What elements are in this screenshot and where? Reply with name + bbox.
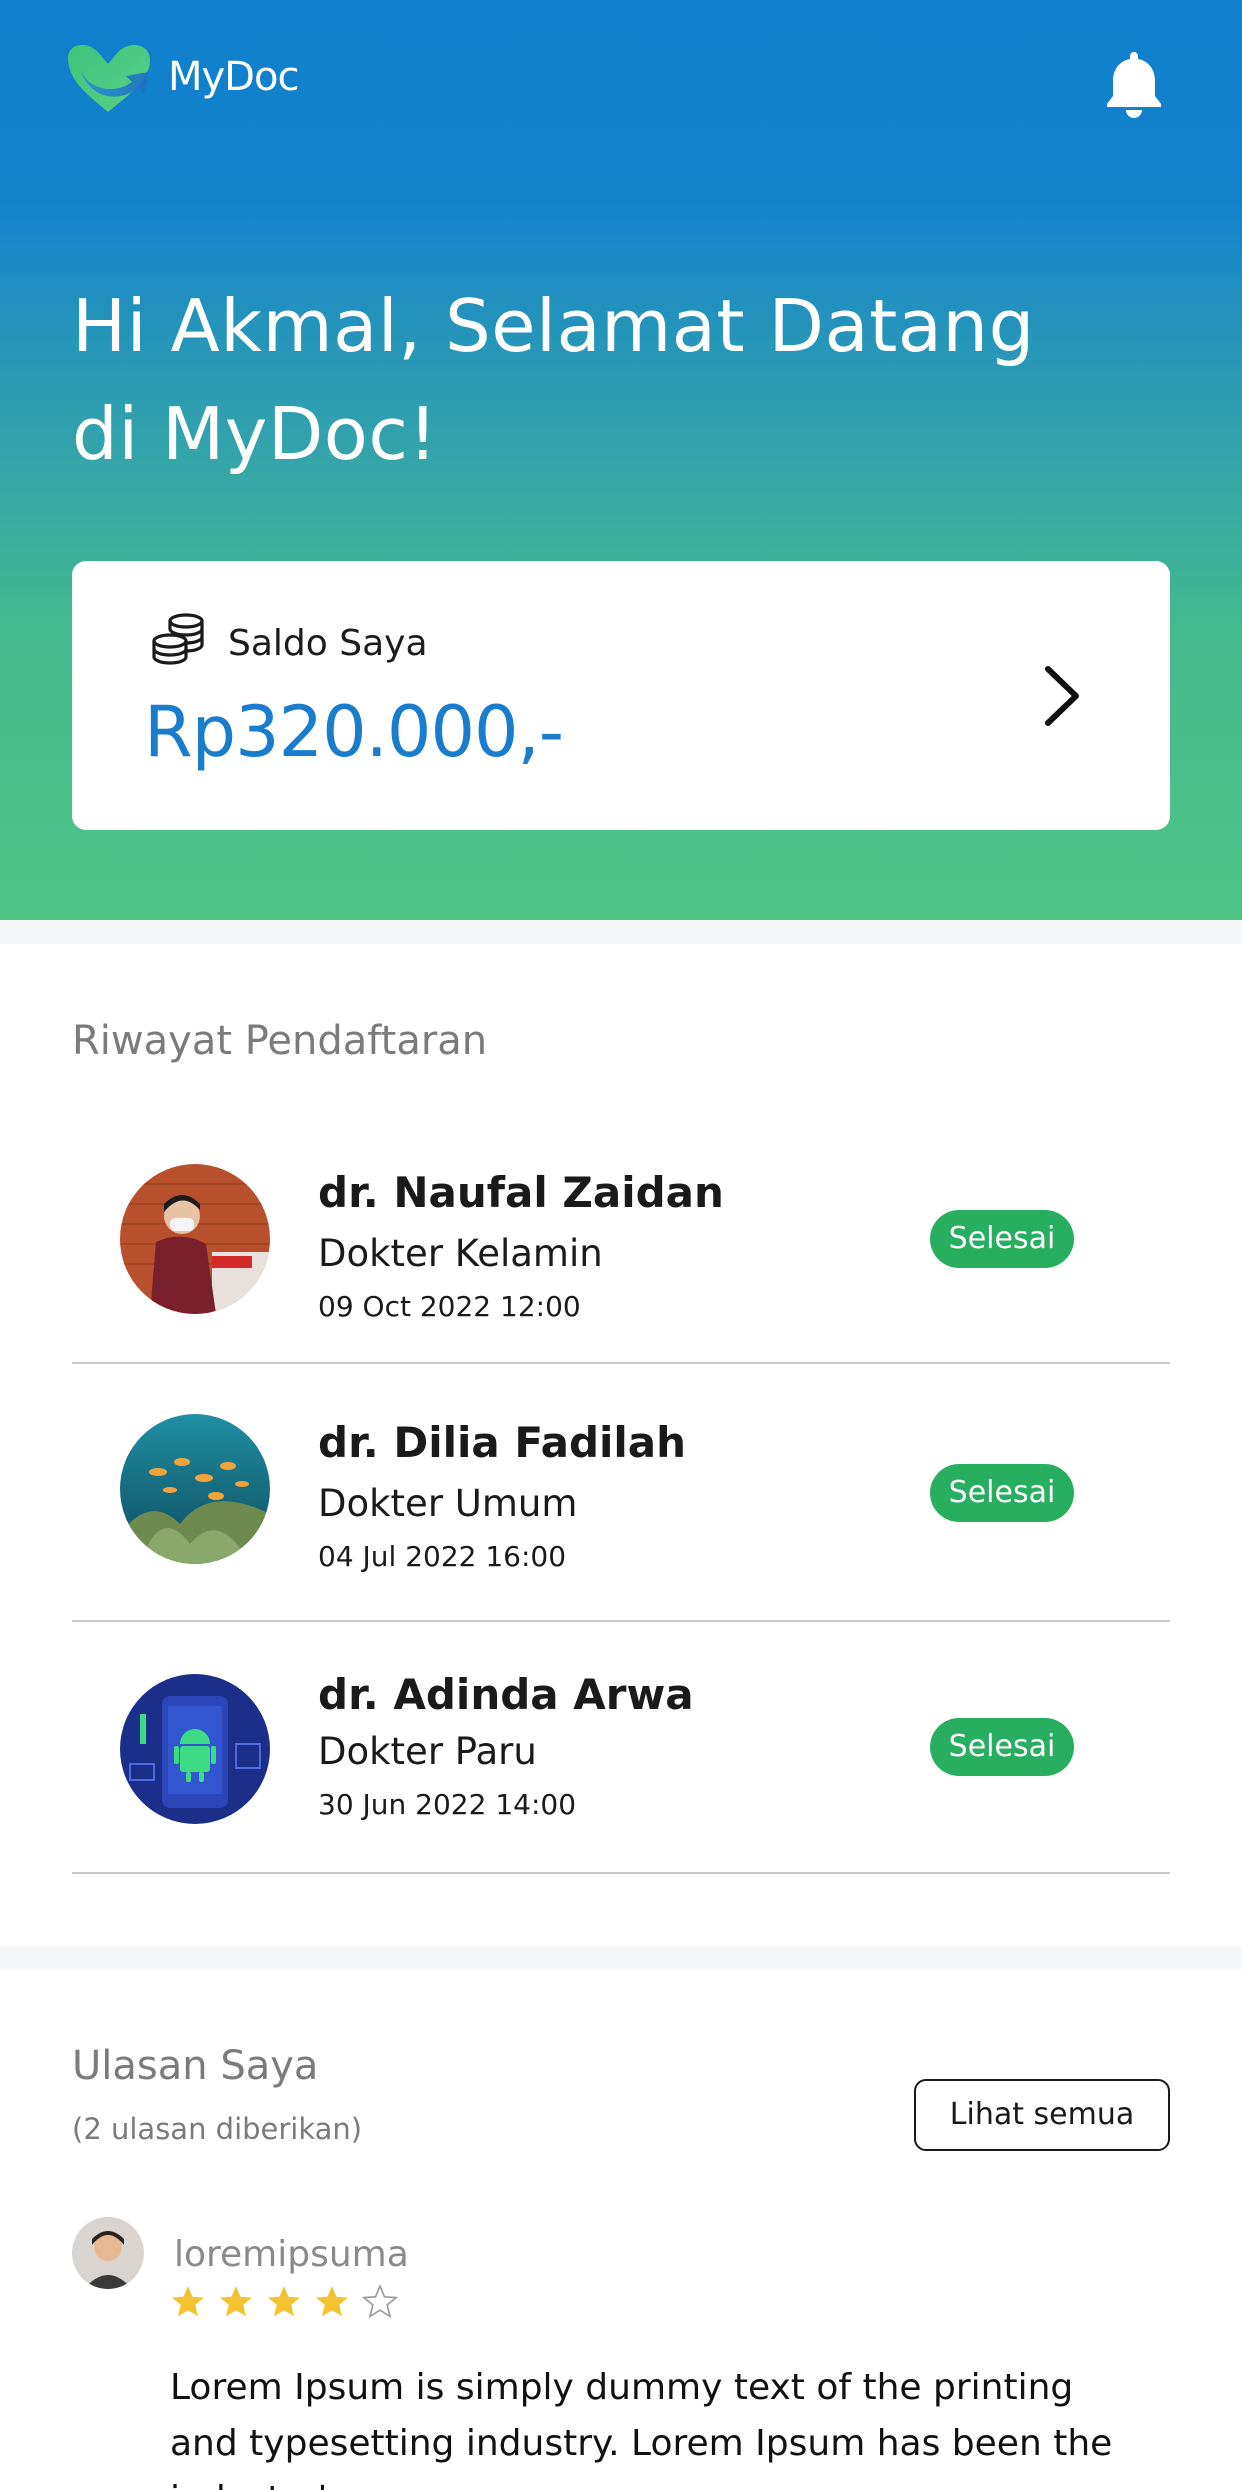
appointment-datetime: 30 Jun 2022 14:00: [318, 1788, 577, 1821]
status-badge: Selesai: [930, 1210, 1074, 1268]
mydoc-logo-icon: [68, 44, 150, 112]
bell-icon[interactable]: [1105, 50, 1163, 118]
history-row[interactable]: dr. Naufal Zaidan Dokter Kelamin 09 Oct …: [72, 1110, 1170, 1364]
see-all-button[interactable]: Lihat semua: [914, 2079, 1170, 2151]
appointment-datetime: 09 Oct 2022 12:00: [318, 1290, 581, 1323]
doctor-avatar: [120, 1674, 270, 1824]
status-badge: Selesai: [930, 1464, 1074, 1522]
reviewer-name: loremipsuma: [174, 2234, 409, 2275]
star-icon: [268, 2286, 300, 2317]
review-count: (2 ulasan diberikan): [72, 2112, 363, 2146]
rating-stars: [170, 2284, 410, 2320]
section-divider: [0, 1946, 1242, 1970]
section-divider: [0, 920, 1242, 944]
history-row[interactable]: dr. Dilia Fadilah Dokter Umum 04 Jul 202…: [72, 1364, 1170, 1622]
history-section-title: Riwayat Pendaftaran: [72, 1018, 488, 1064]
coins-icon: [152, 613, 204, 665]
chevron-right-icon[interactable]: [1038, 661, 1086, 731]
reviewer-avatar: [72, 2217, 144, 2289]
star-icon: [220, 2286, 252, 2317]
doctor-specialty: Dokter Umum: [318, 1482, 578, 1525]
greeting-line-2: di MyDoc!: [72, 392, 438, 476]
balance-label: Saldo Saya: [228, 623, 428, 664]
history-row[interactable]: dr. Adinda Arwa Dokter Paru 30 Jun 2022 …: [72, 1622, 1170, 1874]
star-outline-icon: [362, 2284, 398, 2319]
home-screen: MyDoc Hi Akmal, Selamat Datang di MyDoc!: [0, 0, 1242, 2490]
review-text: Lorem Ipsum is simply dummy text of the …: [170, 2367, 1113, 2490]
reviews-section-title: Ulasan Saya: [72, 2043, 319, 2089]
greeting-heading: Hi Akmal, Selamat Datang di MyDoc!: [72, 272, 1072, 488]
doctor-name: dr. Dilia Fadilah: [318, 1418, 687, 1467]
star-icon: [172, 2286, 204, 2317]
doctor-name: dr. Adinda Arwa: [318, 1670, 694, 1719]
doctor-name: dr. Naufal Zaidan: [318, 1168, 724, 1217]
brand-name: MyDoc: [168, 54, 299, 100]
appointment-datetime: 04 Jul 2022 16:00: [318, 1540, 567, 1573]
doctor-specialty: Dokter Kelamin: [318, 1232, 603, 1275]
doctor-avatar: [120, 1164, 270, 1314]
hero-header: MyDoc Hi Akmal, Selamat Datang di MyDoc!: [0, 0, 1242, 920]
doctor-avatar: [120, 1414, 270, 1564]
star-icon: [316, 2286, 348, 2317]
greeting-line-1: Hi Akmal, Selamat Datang: [72, 284, 1035, 368]
status-badge: Selesai: [930, 1718, 1074, 1776]
balance-value: Rp320.000,-: [144, 691, 564, 773]
doctor-specialty: Dokter Paru: [318, 1730, 537, 1773]
balance-card[interactable]: Saldo Saya Rp320.000,-: [72, 561, 1170, 830]
brand: MyDoc: [62, 38, 299, 116]
